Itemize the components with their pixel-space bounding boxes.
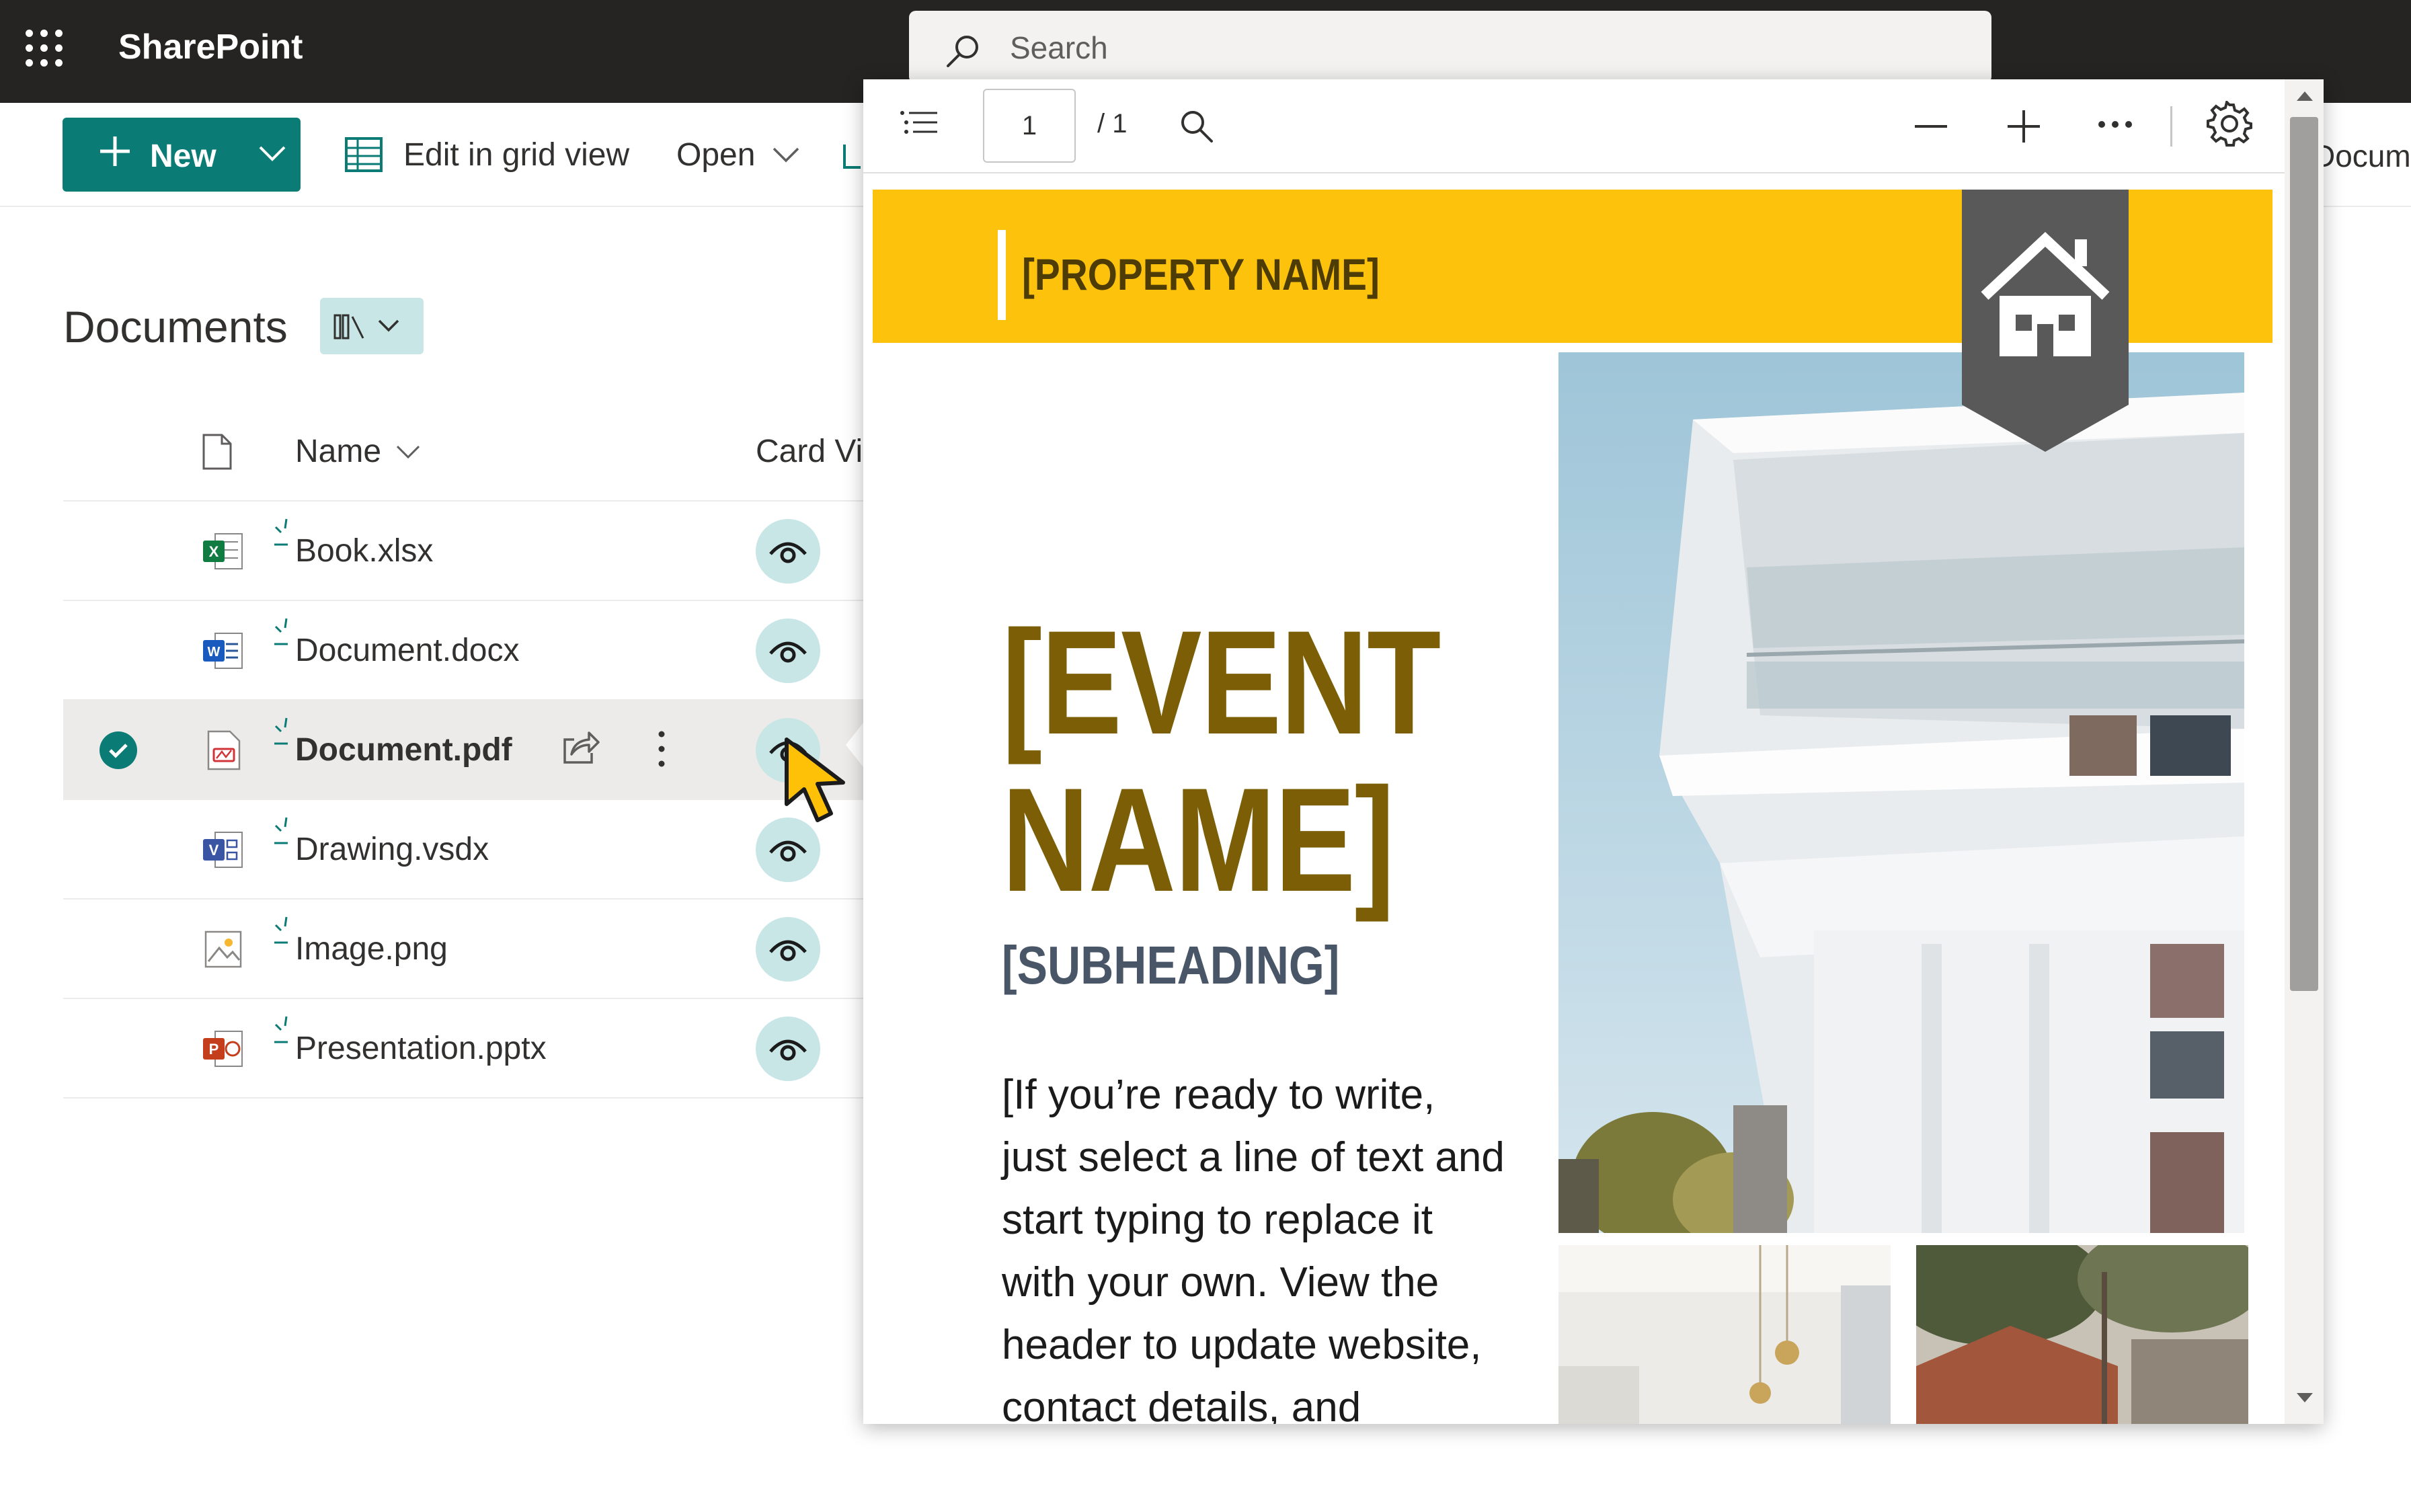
excel-file-icon: X — [202, 530, 245, 573]
new-item-icon — [273, 717, 297, 750]
toolbar-separator — [2170, 106, 2172, 147]
column-header-card[interactable]: Card Vi — [756, 433, 863, 470]
event-name-line1: [EVENT — [1002, 600, 1441, 765]
table-row[interactable]: X Book.xlsx — [63, 502, 870, 601]
scroll-thumb[interactable] — [2290, 117, 2318, 991]
edit-grid-view-label: Edit in grid view — [403, 136, 630, 173]
body-line: [If you’re ready to write, — [1002, 1072, 1435, 1118]
gear-icon[interactable] — [2207, 101, 2252, 147]
grid-icon — [345, 137, 383, 172]
page-total: / 1 — [1097, 109, 1128, 138]
search-icon — [947, 36, 978, 67]
file-name[interactable]: Presentation.pptx — [295, 1030, 547, 1067]
chevron-down-icon — [259, 146, 286, 161]
new-button[interactable]: New — [63, 118, 301, 192]
new-item-icon — [273, 816, 297, 849]
event-name-line2: NAME] — [1002, 757, 1395, 922]
new-item-icon — [273, 617, 297, 650]
preview-eye-button[interactable] — [756, 619, 820, 683]
banner-accent-bar — [998, 230, 1006, 320]
page-number-input[interactable]: 1 — [983, 89, 1076, 163]
mouse-cursor-icon — [785, 738, 845, 822]
preview-eye-button[interactable] — [756, 1017, 820, 1081]
table-row[interactable]: W Document.docx — [63, 601, 870, 701]
more-vertical-icon[interactable] — [656, 729, 667, 769]
view-switcher-button[interactable] — [320, 298, 424, 354]
powerpoint-file-icon: P — [202, 1027, 245, 1070]
pdf-toolbar: 1 / 1 — [863, 79, 2295, 173]
zoom-out-icon[interactable] — [1912, 108, 1950, 145]
pdf-file-icon — [202, 729, 245, 772]
search-icon[interactable] — [1177, 106, 1217, 147]
svg-text:W: W — [208, 645, 221, 660]
body-line: just select a line of text and — [1002, 1134, 1505, 1181]
building-photo — [1558, 352, 2244, 1233]
new-item-icon — [273, 1015, 297, 1048]
list-header: Name Card Vi — [63, 403, 870, 502]
search-placeholder[interactable]: Search — [1010, 30, 1108, 66]
svg-text:V: V — [209, 842, 219, 859]
share-icon[interactable] — [562, 730, 600, 765]
word-file-icon: W — [202, 629, 245, 672]
open-label: Open — [676, 136, 756, 173]
file-name[interactable]: Book.xlsx — [295, 532, 433, 569]
document-icon — [202, 434, 232, 470]
open-button[interactable]: Open — [676, 131, 801, 178]
event-name: [EVENT NAME] — [1002, 600, 1441, 922]
file-name[interactable]: Drawing.vsdx — [295, 831, 489, 868]
preview-eye-button[interactable] — [756, 917, 820, 982]
preview-eye-button[interactable] — [756, 519, 820, 584]
scroll-up-icon[interactable] — [2297, 91, 2313, 101]
pdf-page: [PROPERTY NAME] [EVENT NAME] [SUBHEADING… — [873, 190, 2272, 1424]
file-name[interactable]: Image.png — [295, 930, 448, 967]
app-name[interactable]: SharePoint — [118, 27, 303, 67]
body-line: with your own. View the — [1002, 1259, 1439, 1306]
property-name: [PROPERTY NAME] — [1022, 249, 1380, 299]
documents-button[interactable]: Docum — [2313, 138, 2411, 174]
visio-file-icon: V — [202, 828, 245, 871]
column-name-label: Name — [295, 434, 382, 469]
zoom-in-icon[interactable] — [2005, 108, 2043, 145]
exterior-photo — [1916, 1245, 2248, 1424]
image-file-icon — [202, 928, 245, 971]
scroll-down-icon[interactable] — [2297, 1393, 2313, 1402]
checkmark-icon[interactable] — [100, 731, 137, 769]
new-item-icon — [273, 518, 297, 551]
search-box[interactable]: Search — [909, 11, 1991, 83]
table-row[interactable]: V Drawing.vsdx — [63, 800, 870, 900]
body-line: contact details, and — [1002, 1384, 1361, 1424]
body-line: start typing to replace it — [1002, 1197, 1433, 1243]
file-name[interactable]: Document.pdf — [295, 731, 512, 768]
pdf-preview-panel: 1 / 1 [PROPERTY NAME] [EVENT NAME] [SUBH… — [863, 79, 2324, 1424]
new-item-icon — [273, 916, 297, 949]
table-row[interactable]: Document.pdf — [63, 701, 870, 800]
table-row[interactable]: P Presentation.pptx — [63, 999, 870, 1099]
interior-photo — [1558, 1245, 1891, 1424]
svg-text:P: P — [209, 1041, 219, 1058]
svg-text:X: X — [209, 543, 219, 560]
new-button-label: New — [150, 138, 216, 174]
body-text: [If you’re ready to write, just select a… — [1002, 1064, 1580, 1424]
house-badge — [1962, 190, 2129, 452]
more-horizontal-icon[interactable] — [2098, 120, 2133, 129]
library-icon — [333, 314, 399, 340]
plus-icon — [100, 136, 130, 166]
column-header-name[interactable]: Name — [295, 433, 422, 470]
waffle-icon[interactable] — [26, 30, 63, 67]
library-title: Documents — [63, 302, 288, 352]
share-icon[interactable] — [842, 142, 862, 170]
preview-scrollbar[interactable] — [2285, 79, 2324, 1424]
table-row[interactable]: Image.png — [63, 900, 870, 999]
edit-grid-view-button[interactable]: Edit in grid view — [344, 131, 629, 178]
chevron-down-icon — [396, 445, 420, 459]
subheading: [SUBHEADING] — [1002, 935, 1340, 995]
chevron-down-icon — [773, 147, 799, 163]
file-name[interactable]: Document.docx — [295, 632, 520, 669]
table-of-contents-icon[interactable] — [898, 109, 939, 138]
body-line: header to update website, — [1002, 1322, 1482, 1368]
